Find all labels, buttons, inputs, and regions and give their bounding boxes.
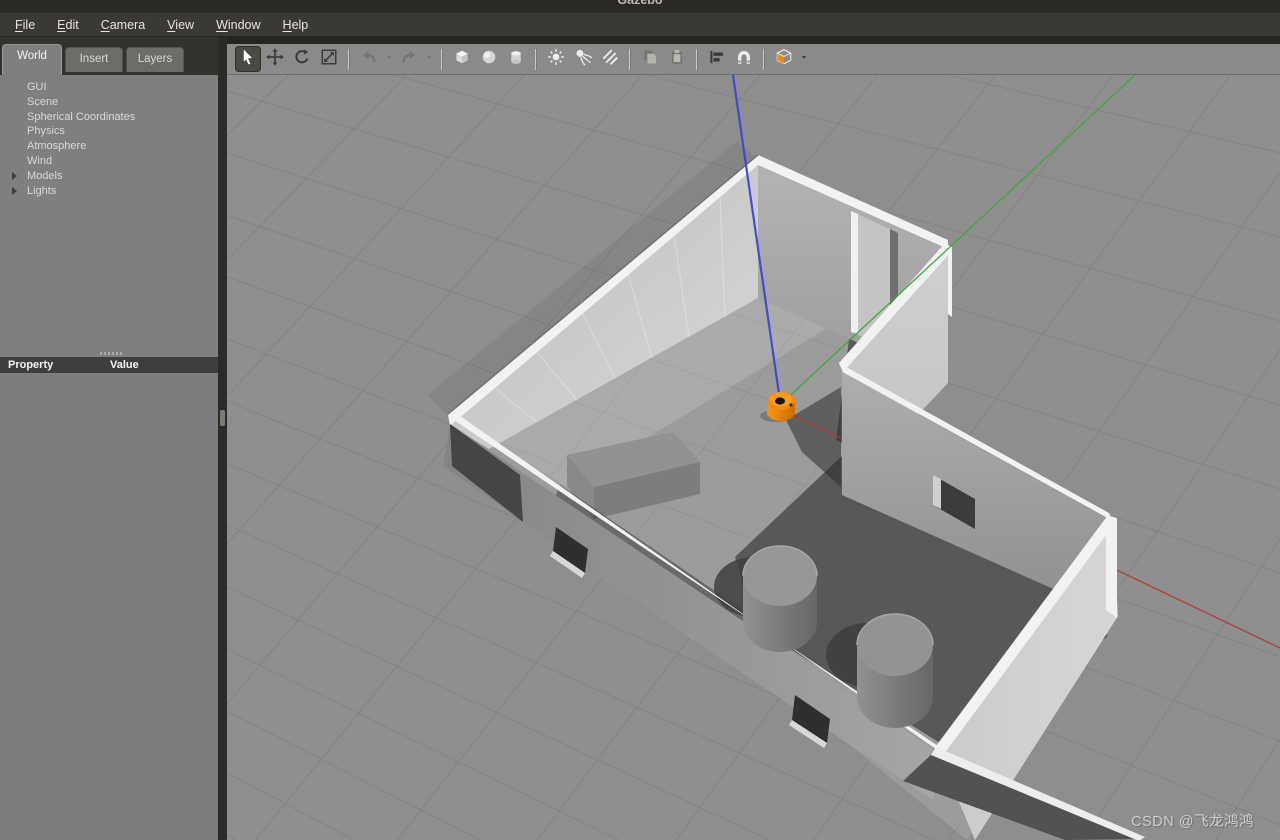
point-light-button[interactable]: [543, 46, 569, 72]
sphere-icon: [480, 48, 498, 71]
property-table-body: [0, 373, 218, 840]
spot-light-button[interactable]: [570, 46, 596, 72]
menubar: File Edit Camera View Window Help: [0, 13, 1280, 37]
caret-down-icon: [384, 48, 394, 71]
toolbar-separator: [441, 48, 443, 70]
toolbar-strip: [227, 37, 1280, 75]
panel-viewport-splitter[interactable]: [218, 37, 227, 840]
toolbar-separator: [348, 48, 350, 70]
align-icon: [708, 48, 726, 71]
caret-down-icon: [799, 48, 809, 71]
tree-item-gui[interactable]: GUI: [0, 80, 218, 95]
expander-triangle-icon[interactable]: [12, 171, 17, 180]
expander-triangle-icon[interactable]: [12, 186, 17, 195]
undo-button[interactable]: [356, 46, 382, 72]
toolbar-separator: [629, 48, 631, 70]
splitter-handle[interactable]: [220, 410, 225, 426]
redo-button[interactable]: [396, 46, 422, 72]
point-light-icon: [547, 48, 565, 71]
tree-item-label: Lights: [27, 184, 57, 197]
panel-splitter[interactable]: [0, 350, 218, 357]
undo-history-button[interactable]: [383, 46, 395, 72]
tree-item-wind[interactable]: Wind: [0, 154, 218, 169]
view-angle-menu-button[interactable]: [798, 46, 810, 72]
view-cube-icon: [775, 48, 793, 71]
tree-item-label: Atmosphere: [27, 140, 87, 153]
watermark: CSDN @飞龙鸿鸿: [1131, 814, 1254, 830]
copy-button[interactable]: [637, 46, 663, 72]
tree-item-label: Physics: [27, 125, 65, 138]
world-panel: World Insert Layers GUI Scene Spherical Coor…: [0, 37, 218, 840]
system-titlebar: Gazebo: [0, 0, 1280, 13]
translate-button[interactable]: [262, 46, 288, 72]
redo-history-button[interactable]: [423, 46, 435, 72]
directional-light-icon: [601, 48, 619, 71]
cylinder-model-2[interactable]: [856, 613, 934, 728]
rotate-button[interactable]: [289, 46, 315, 72]
move-icon: [266, 47, 284, 71]
caret-down-icon: [424, 48, 434, 71]
toolbar-separator: [696, 48, 698, 70]
paste-icon: [668, 48, 686, 71]
window-title: Gazebo: [617, 0, 663, 7]
tree-item-physics[interactable]: Physics: [0, 124, 218, 139]
tree-item-label: Scene: [27, 95, 59, 108]
viewport-canvas[interactable]: CSDN @飞龙鸿鸿: [227, 75, 1280, 840]
property-table-header: Property Value: [0, 357, 218, 373]
tree-item-models[interactable]: Models: [0, 169, 218, 184]
menu-file[interactable]: File: [4, 15, 46, 35]
align-button[interactable]: [704, 46, 730, 72]
cylinder-icon: [507, 48, 525, 71]
snap-magnet-icon: [735, 48, 753, 71]
menu-edit[interactable]: Edit: [46, 15, 90, 35]
scale-button[interactable]: [316, 46, 342, 72]
tree-item-atmosphere[interactable]: Atmosphere: [0, 139, 218, 154]
menu-window[interactable]: Window: [205, 15, 271, 35]
world-tree: GUI Scene Spherical Coordinates Physics Atmo…: [0, 75, 218, 350]
redo-icon: [400, 48, 418, 71]
select-button[interactable]: [235, 46, 261, 72]
tree-item-label: Wind: [27, 154, 53, 167]
menu-help[interactable]: Help: [272, 15, 320, 35]
undo-icon: [360, 48, 378, 71]
tab-insert[interactable]: Insert: [65, 47, 123, 72]
spot-light-icon: [574, 48, 592, 71]
tab-world[interactable]: World: [2, 44, 62, 75]
toolbar-separator: [535, 48, 537, 70]
menu-view[interactable]: View: [156, 15, 205, 35]
tree-item-spherical-coordinates[interactable]: Spherical Coordinates: [0, 110, 218, 125]
copy-icon: [641, 48, 659, 71]
box-icon: [453, 48, 471, 71]
paste-button[interactable]: [664, 46, 690, 72]
snap-button[interactable]: [731, 46, 757, 72]
insert-box-button[interactable]: [449, 46, 475, 72]
tree-item-label: GUI: [27, 81, 47, 93]
directional-light-button[interactable]: [597, 46, 623, 72]
panel-tabbar: World Insert Layers: [0, 37, 218, 75]
view-angle-button[interactable]: [771, 46, 797, 72]
insert-cylinder-button[interactable]: [503, 46, 529, 72]
toolbar-separator: [763, 48, 765, 70]
rotate-icon: [293, 48, 311, 71]
property-column-property: Property: [8, 359, 54, 371]
menu-camera[interactable]: Camera: [90, 15, 156, 35]
tree-item-label: Spherical Coordinates: [27, 110, 136, 123]
tree-item-label: Models: [27, 169, 63, 182]
cursor-icon: [239, 48, 257, 71]
tree-item-lights[interactable]: Lights: [0, 184, 218, 199]
tree-item-scene[interactable]: Scene: [0, 95, 218, 110]
insert-sphere-button[interactable]: [476, 46, 502, 72]
tab-layers[interactable]: Layers: [126, 47, 184, 72]
cylinder-model-1[interactable]: [742, 545, 818, 652]
property-column-value: Value: [110, 359, 139, 371]
viewport-toolbar: [227, 44, 1280, 75]
scale-icon: [320, 48, 338, 71]
splitter-grip-icon: [100, 352, 122, 355]
